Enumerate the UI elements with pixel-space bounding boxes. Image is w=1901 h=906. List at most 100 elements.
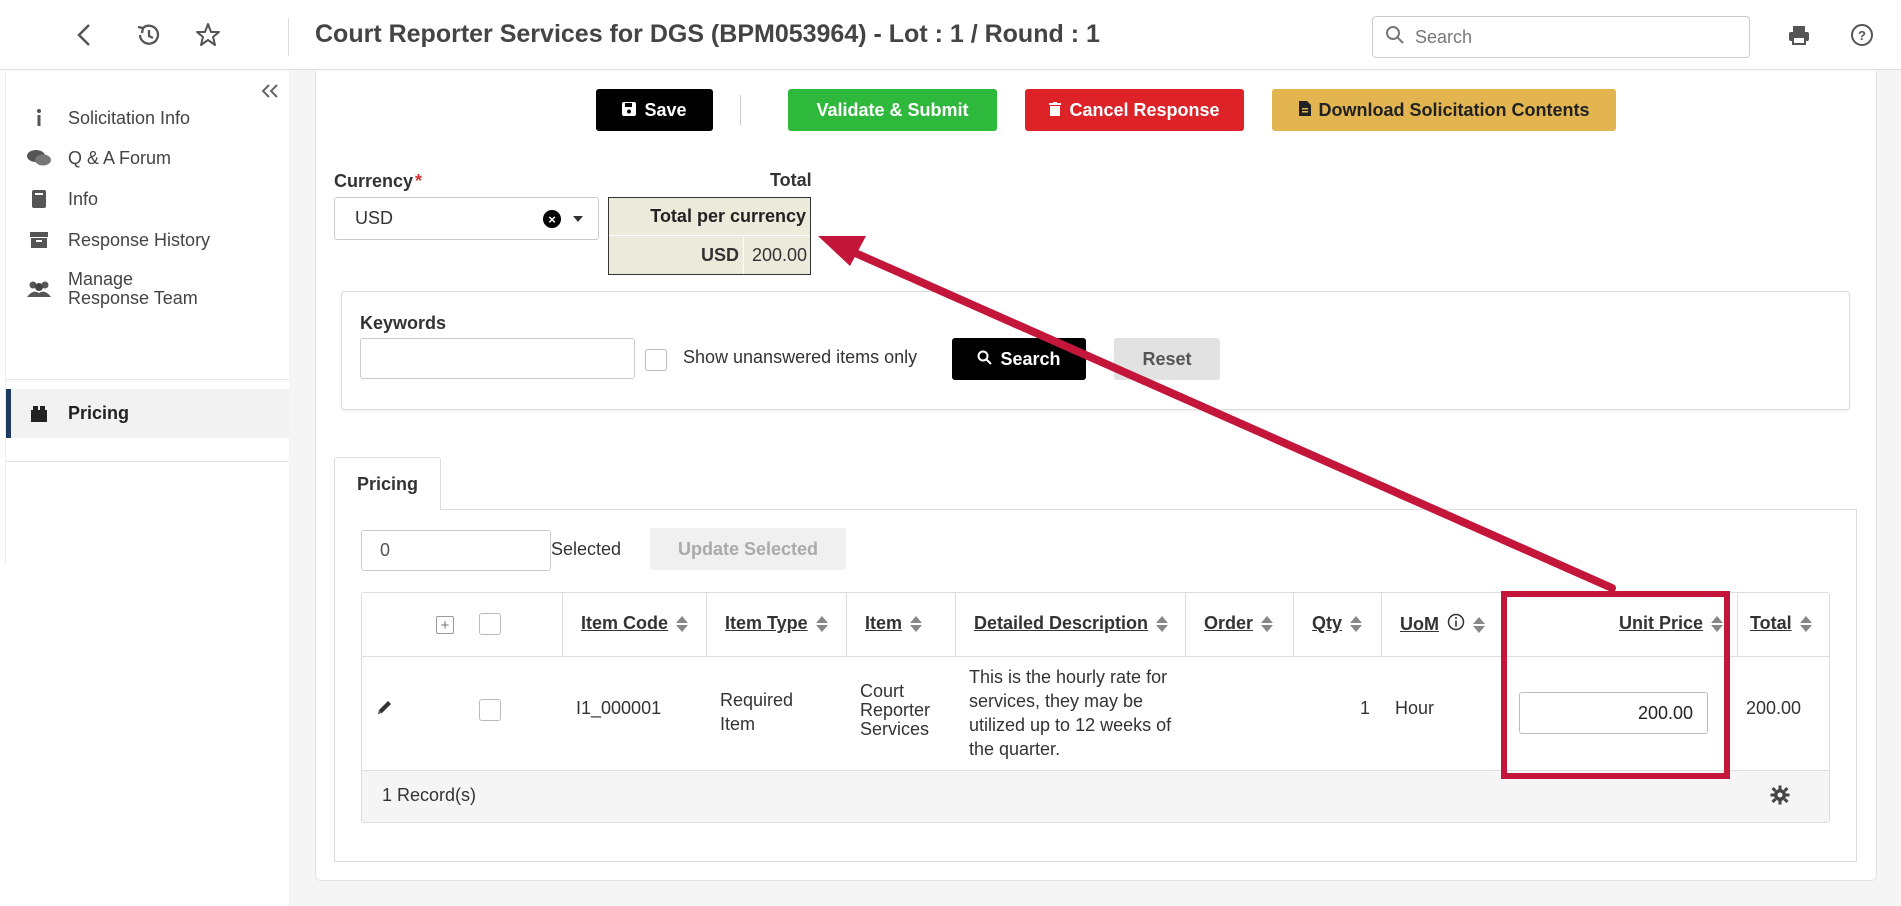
clear-icon[interactable]: × [543,210,561,228]
column-divider [846,593,847,657]
column-divider [562,593,563,657]
tab-label: Pricing [356,473,418,494]
keywords-input[interactable] [360,338,635,379]
sort-icon [910,615,923,632]
save-button[interactable]: Save [596,89,713,131]
sidebar-item-pricing[interactable]: Pricing [6,389,289,438]
expand-all-icon[interactable]: + [436,616,454,634]
chevron-down-icon[interactable] [573,216,583,222]
book-icon [26,189,52,209]
column-header-detailed-description[interactable]: Detailed Description [974,613,1169,634]
column-header-label: Total [1750,613,1792,633]
column-header-label: Item [865,613,903,633]
column-header-uom[interactable]: UoM [1400,613,1485,636]
column-header-item[interactable]: Item [865,613,923,634]
gear-icon[interactable] [1770,785,1790,810]
download-solicitation-button[interactable]: Download Solicitation Contents [1272,89,1616,131]
sort-icon [1261,615,1274,632]
validate-submit-button[interactable]: Validate & Submit [788,89,997,131]
grid-footer: 1 Record(s) [362,770,1829,822]
reset-button[interactable]: Reset [1114,338,1220,380]
sidebar-item-solicitation-info[interactable]: Solicitation Info [6,98,289,138]
keywords-label: Keywords [360,313,447,333]
column-header-item-code[interactable]: Item Code [581,613,689,634]
currency-select[interactable]: USD × [334,197,599,240]
total-per-currency-label: Total per currency [609,198,810,236]
grid-header: + Item Code Item Type Item Detailed Desc… [362,593,1829,657]
sidebar-item-label: Manage Response Team [68,269,198,308]
item-type-cell: Required Item [720,690,794,734]
global-search[interactable] [1372,16,1750,58]
search-button[interactable]: Search [952,338,1086,380]
search-label: Search [1000,348,1061,369]
column-header-order[interactable]: Order [1204,613,1274,634]
uom-cell: Hour [1395,698,1435,718]
info-icon [26,108,52,128]
column-divider [1504,593,1505,657]
column-divider [1381,593,1382,657]
currency-value: USD [355,208,394,228]
column-divider [955,593,956,657]
column-header-qty[interactable]: Qty [1312,613,1363,634]
qty-cell: 1 [1359,698,1370,718]
reset-label: Reset [1142,348,1192,369]
sidebar-item-response-history[interactable]: Response History [6,220,289,260]
column-header-label: Item Type [725,613,808,633]
print-icon[interactable] [1784,20,1814,50]
archive-icon [26,231,52,249]
item-link[interactable]: Court Reporter Services [860,682,945,739]
sidebar: Solicitation Info Q & A Forum Info Respo… [0,71,289,906]
column-header-label: Order [1204,613,1254,633]
column-divider [706,593,707,657]
search-input[interactable] [1415,26,1735,48]
row-total-cell: 200.00 [1746,698,1802,718]
download-label: Download Solicitation Contents [1318,99,1590,120]
column-header-item-type[interactable]: Item Type [725,613,828,634]
info-circle-icon [1447,613,1465,636]
unit-price-input[interactable] [1519,692,1708,734]
column-divider [1185,593,1186,657]
selected-count-input[interactable] [361,530,551,571]
sidebar-item-manage-response-team[interactable]: Manage Response Team [6,261,289,317]
page-title: Court Reporter Services for DGS (BPM0539… [315,20,1100,48]
selected-label: Selected [551,539,622,559]
column-divider [1737,593,1738,657]
sidebar-item-qa-forum[interactable]: Q & A Forum [6,138,289,178]
edit-pencil-icon[interactable] [376,698,394,721]
total-currency: USD [609,237,744,274]
total-heading: Total [770,170,812,190]
sidebar-item-label: Solicitation Info [68,107,191,128]
save-label: Save [644,99,687,120]
history-icon[interactable] [133,20,163,50]
sidebar-divider [6,379,289,380]
search-icon [977,349,993,370]
sidebar-item-info[interactable]: Info [6,179,289,219]
column-header-total[interactable]: Total [1750,613,1812,634]
description-cell: This is the hourly rate for services, th… [969,667,1172,759]
tab-pricing[interactable]: Pricing [334,457,441,510]
comments-icon [26,148,52,168]
update-selected-button[interactable]: Update Selected [650,528,846,570]
sort-icon [1799,615,1812,632]
cancel-response-button[interactable]: Cancel Response [1025,89,1244,131]
total-amount: 200.00 [751,245,807,265]
sort-icon [815,615,828,632]
sort-icon [676,615,689,632]
back-icon[interactable] [69,20,99,50]
column-header-label: Qty [1312,613,1343,633]
select-all-checkbox[interactable] [479,613,501,635]
unanswered-only-checkbox[interactable] [645,349,667,371]
row-checkbox[interactable] [479,699,501,721]
column-header-label: Unit Price [1619,613,1704,633]
column-header-label: UoM [1400,614,1439,634]
update-selected-label: Update Selected [677,538,819,559]
column-header-unit-price[interactable]: Unit Price [1619,613,1724,634]
star-icon[interactable] [193,20,223,50]
currency-label: Currency * [334,171,423,191]
help-icon[interactable]: ? [1847,20,1877,50]
save-icon [622,100,637,121]
sort-icon [1711,615,1724,632]
totals-table: Total per currency USD 200.00 [608,197,811,275]
sort-icon [1350,615,1363,632]
item-code-link[interactable]: I1_000001 [576,696,661,720]
